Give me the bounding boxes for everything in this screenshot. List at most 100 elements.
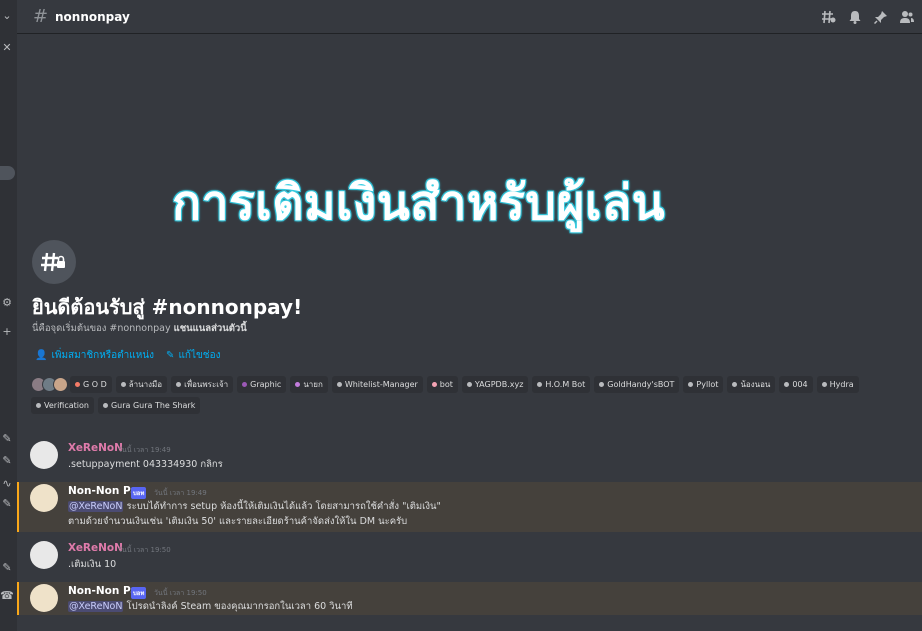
members-icon[interactable] xyxy=(900,9,914,23)
pencil-icon: ✎ xyxy=(166,350,175,361)
message-timestamp: วันนี้ เวลา 19:49 xyxy=(154,489,207,497)
role-color-dot xyxy=(431,382,437,387)
role-label: ล้านางมือ xyxy=(128,380,163,389)
chevron-down-icon[interactable]: ⌄ xyxy=(0,10,14,22)
message: XeReNoN วันนี้ เวลา 19:50 .เติมเงิน 10 xyxy=(17,538,922,574)
channel-title: nonnonpay xyxy=(55,9,130,24)
role-color-dot xyxy=(242,382,248,387)
threads-icon[interactable] xyxy=(822,9,836,24)
voice-icon[interactable]: ✎ xyxy=(0,455,14,467)
role-chip[interactable]: G O D xyxy=(70,376,112,393)
role-chip[interactable]: Pyllot xyxy=(683,376,724,393)
voice-icon[interactable]: ✎ xyxy=(0,433,14,445)
role-color-dot xyxy=(537,382,543,387)
role-chip[interactable]: Hydra xyxy=(816,376,859,393)
role-chip[interactable]: 004 xyxy=(779,376,813,393)
voice-icon[interactable]: ✎ xyxy=(0,498,14,510)
message-content: @XeReNoN โปรดนำลิงค์ Steam ของคุณมากรอกใ… xyxy=(68,599,353,614)
message-content: @XeReNoN ระบบได้ทำการ setup ห้องนี้ให้เต… xyxy=(68,499,441,514)
role-chip[interactable]: GoldHandy'sBOT xyxy=(594,376,680,393)
role-color-dot xyxy=(295,382,301,387)
channel-header: # nonnonpay xyxy=(17,0,922,34)
message: XeReNoN วันนี้ เวลา 19:49 .setuppayment … xyxy=(17,438,922,474)
gear-icon[interactable]: ⚙ xyxy=(0,297,14,309)
avatar[interactable] xyxy=(30,541,58,569)
bot-tag: บอท xyxy=(131,487,147,499)
header-toolbar xyxy=(822,9,914,25)
role-label: Gura Gura The Shark xyxy=(110,401,196,410)
role-chip[interactable]: Whitelist-Manager xyxy=(331,376,423,393)
message-timestamp: วันนี้ เวลา 19:49 xyxy=(118,446,171,454)
voice-icon[interactable]: ∿ xyxy=(0,478,14,490)
role-color-dot xyxy=(75,382,80,387)
add-members-button[interactable]: 👤 เพิ่มสมาชิกหรือตำแหน่ง xyxy=(35,348,154,363)
message-area: การเติมเงินสำหรับผู้เล่น ยินดีต้อนรับสู่… xyxy=(17,35,922,631)
role-chip[interactable]: เพื่อนพระเจ้า xyxy=(171,376,234,393)
role-chip[interactable]: Graphic xyxy=(237,376,287,393)
role-chip[interactable]: Gura Gura The Shark xyxy=(97,397,201,414)
role-label: YAGPDB.xyz xyxy=(474,380,524,389)
message: Non-Non Pay บอท วันนี้ เวลา 19:49 @XeReN… xyxy=(17,482,922,532)
role-chip[interactable]: ล้านางมือ xyxy=(115,376,168,393)
add-icon[interactable]: + xyxy=(0,326,14,338)
role-label: H.O.M Bot xyxy=(545,380,586,389)
role-label: Pyllot xyxy=(696,380,719,389)
welcome-subtitle: นี่คือจุดเริ่มต้นของ #nonnonpay แชนแนลส่… xyxy=(32,321,247,336)
message-content: .setuppayment 043334930 กลิกร xyxy=(68,459,223,470)
message-timestamp: วันนี้ เวลา 19:50 xyxy=(118,546,171,554)
message-timestamp: วันนี้ เวลา 19:50 xyxy=(154,589,207,597)
role-color-dot xyxy=(466,382,472,387)
role-color-dot xyxy=(599,382,605,387)
role-label: G O D xyxy=(83,380,107,389)
role-label: 004 xyxy=(792,380,808,389)
member-avatars[interactable] xyxy=(31,377,68,392)
user-mention[interactable]: @XeReNoN xyxy=(68,501,124,512)
role-color-dot xyxy=(784,382,790,387)
message: Non-Non Pay บอท วันนี้ เวลา 19:50 @XeReN… xyxy=(17,582,922,615)
welcome-title: ยินดีต้อนรับสู่ #nonnonpay! xyxy=(32,295,303,319)
role-chip[interactable]: น้องนอน xyxy=(727,376,776,393)
role-chip[interactable]: YAGPDB.xyz xyxy=(461,376,529,393)
close-icon[interactable]: ✕ xyxy=(0,42,14,54)
edit-channel-label: แก้ไขช่อง xyxy=(178,350,221,361)
hashtag-icon: # xyxy=(33,6,49,27)
role-color-dot xyxy=(732,382,738,387)
add-member-icon: 👤 xyxy=(35,350,48,361)
role-label: เพื่อนพระเจ้า xyxy=(184,380,229,389)
avatar[interactable] xyxy=(30,484,58,512)
bell-icon[interactable] xyxy=(848,9,862,24)
channel-banner: การเติมเงินสำหรับผู้เล่น xyxy=(172,175,666,231)
message-author[interactable]: XeReNoN xyxy=(68,542,123,554)
role-label: bot xyxy=(439,380,453,389)
role-chip[interactable]: นายก xyxy=(290,376,328,393)
role-label: Verification xyxy=(44,401,89,410)
role-color-dot xyxy=(821,382,827,387)
role-label: Hydra xyxy=(829,380,854,389)
pin-icon[interactable] xyxy=(873,9,888,25)
message-author[interactable]: XeReNoN xyxy=(68,442,123,454)
role-label: Graphic xyxy=(250,380,282,389)
role-label: นายก xyxy=(303,380,323,389)
avatar[interactable] xyxy=(30,441,58,469)
message-text: ระบบได้ทำการ setup ห้องนี้ให้เติมเงินได้… xyxy=(123,501,441,512)
message-text: โปรดนำลิงค์ Steam ของคุณมากรอกในเวลา 60 … xyxy=(123,601,353,612)
role-chip[interactable]: bot xyxy=(426,376,458,393)
user-mention[interactable]: @XeReNoN xyxy=(68,601,124,612)
channel-roles: G O D ล้านางมือ เพื่อนพระเจ้า Graphic นายก Wh… xyxy=(31,376,911,414)
phone-icon[interactable]: ☎ xyxy=(0,590,14,602)
role-label: Whitelist-Manager xyxy=(344,380,418,389)
welcome-subtitle-bold: แชนแนลส่วนตัวนี้ xyxy=(173,323,247,334)
sidebar-item[interactable] xyxy=(0,166,15,180)
role-color-dot xyxy=(102,403,108,408)
edit-channel-button[interactable]: ✎ แก้ไขช่อง xyxy=(166,348,220,363)
role-color-dot xyxy=(120,382,126,387)
role-label: GoldHandy'sBOT xyxy=(607,380,675,389)
avatar[interactable] xyxy=(30,584,58,612)
role-chip[interactable]: H.O.M Bot xyxy=(532,376,591,393)
channel-actions: 👤 เพิ่มสมาชิกหรือตำแหน่ง ✎ แก้ไขช่อง xyxy=(35,348,220,363)
role-color-dot xyxy=(176,382,182,387)
role-chip[interactable]: Verification xyxy=(31,397,94,414)
voice-icon[interactable]: ✎ xyxy=(0,562,14,574)
role-color-dot xyxy=(336,382,342,387)
avatar xyxy=(53,377,68,392)
